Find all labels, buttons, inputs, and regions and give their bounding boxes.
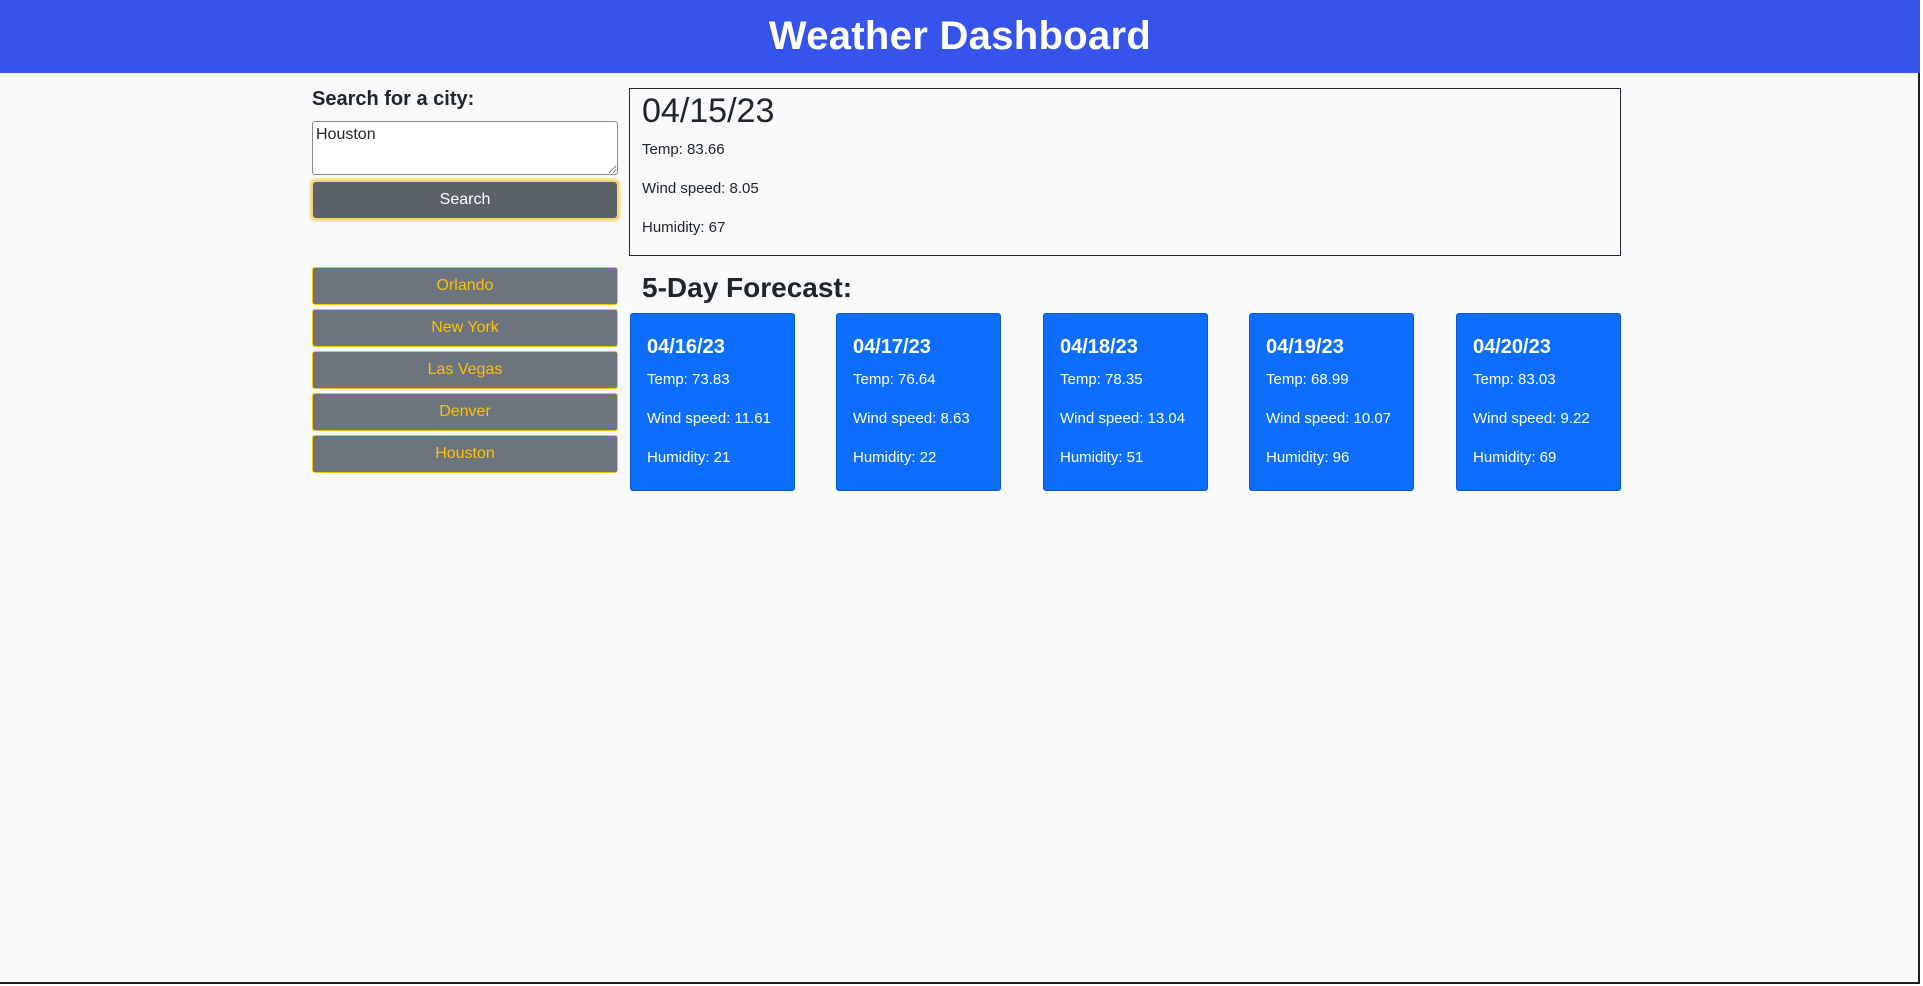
- forecast-card: 04/18/23 Temp: 78.35 Wind speed: 13.04 H…: [1043, 313, 1208, 491]
- forecast-temp: Temp: 78.35: [1060, 371, 1143, 388]
- search-button[interactable]: Search: [311, 180, 619, 220]
- app-header: Weather Dashboard: [0, 0, 1920, 73]
- forecast-temp: Temp: 73.83: [647, 371, 730, 388]
- forecast-wind: Wind speed: 10.07: [1266, 410, 1392, 427]
- page-title: Weather Dashboard: [768, 14, 1152, 58]
- forecast-card: 04/20/23 Temp: 83.03 Wind speed: 9.22 Hu…: [1456, 313, 1621, 491]
- current-date: 04/15/23: [642, 92, 775, 130]
- current-humidity: Humidity: 67: [642, 219, 726, 236]
- forecast-humidity: Humidity: 51: [1060, 449, 1144, 466]
- forecast-humidity: Humidity: 69: [1473, 449, 1557, 466]
- forecast-date: 04/20/23: [1473, 336, 1551, 358]
- forecast-cards: 04/16/23 Temp: 73.83 Wind speed: 11.61 H…: [630, 313, 1621, 491]
- forecast-humidity: Humidity: 21: [647, 449, 731, 466]
- forecast-card: 04/19/23 Temp: 68.99 Wind speed: 10.07 H…: [1249, 313, 1414, 491]
- search-history-list: Orlando New York Las Vegas Denver Housto…: [312, 267, 618, 477]
- forecast-wind: Wind speed: 13.04: [1060, 410, 1186, 427]
- current-wind: Wind speed: 8.05: [642, 180, 759, 197]
- forecast-temp: Temp: 76.64: [853, 371, 936, 388]
- search-label: Search for a city:: [312, 88, 475, 110]
- forecast-date: 04/18/23: [1060, 336, 1138, 358]
- forecast-card: 04/16/23 Temp: 73.83 Wind speed: 11.61 H…: [630, 313, 795, 491]
- forecast-date: 04/16/23: [647, 336, 725, 358]
- forecast-humidity: Humidity: 22: [853, 449, 937, 466]
- forecast-humidity: Humidity: 96: [1266, 449, 1350, 466]
- forecast-date: 04/17/23: [853, 336, 931, 358]
- current-weather-panel: 04/15/23 Temp: 83.66 Wind speed: 8.05 Hu…: [629, 88, 1621, 256]
- forecast-temp: Temp: 68.99: [1266, 371, 1349, 388]
- forecast-wind: Wind speed: 8.63: [853, 410, 970, 427]
- history-button-orlando[interactable]: Orlando: [312, 267, 618, 305]
- forecast-title: 5-Day Forecast:: [642, 272, 853, 303]
- history-button-houston[interactable]: Houston: [312, 435, 618, 473]
- current-temp: Temp: 83.66: [642, 141, 725, 158]
- forecast-temp: Temp: 83.03: [1473, 371, 1556, 388]
- forecast-wind: Wind speed: 9.22: [1473, 410, 1590, 427]
- history-button-new-york[interactable]: New York: [312, 309, 618, 347]
- forecast-date: 04/19/23: [1266, 336, 1344, 358]
- forecast-card: 04/17/23 Temp: 76.64 Wind speed: 8.63 Hu…: [836, 313, 1001, 491]
- forecast-wind: Wind speed: 11.61: [647, 410, 771, 427]
- city-search-input[interactable]: Houston: [312, 121, 618, 175]
- page: Weather Dashboard Search for a city: Hou…: [0, 0, 1920, 984]
- history-button-denver[interactable]: Denver: [312, 393, 618, 431]
- history-button-las-vegas[interactable]: Las Vegas: [312, 351, 618, 389]
